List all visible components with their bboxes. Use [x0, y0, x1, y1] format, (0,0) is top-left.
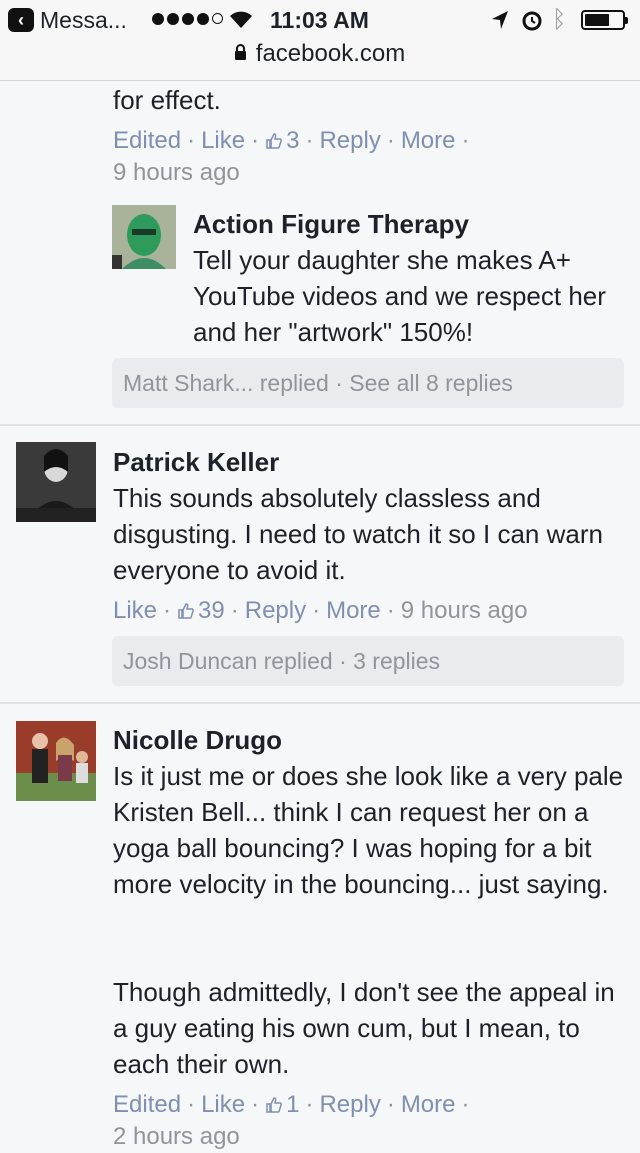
like-link[interactable]: Like [201, 127, 245, 154]
more-link[interactable]: More [401, 1091, 456, 1118]
more-link[interactable]: More [326, 597, 381, 624]
address-bar[interactable]: facebook.com [0, 40, 640, 68]
reply-text: Tell your daughter she makes A+ YouTube … [193, 245, 606, 347]
like-count-value: 3 [286, 127, 300, 154]
avatar[interactable] [16, 721, 96, 801]
reply-link[interactable]: Reply [319, 1091, 380, 1118]
divider [0, 424, 640, 426]
reply-link[interactable]: Reply [319, 127, 380, 154]
comment-text-paragraph-1: Is it just me or does she look like a ve… [113, 761, 624, 899]
nicolle-drugo-avatar-image [16, 721, 96, 801]
comment-text-tail: for effect. [113, 85, 221, 115]
action-figure-avatar-image [112, 205, 176, 269]
like-link[interactable]: Like [201, 1091, 245, 1118]
battery-icon [581, 10, 628, 30]
like-count-value: 1 [286, 1091, 300, 1118]
clock: 11:03 AM [270, 7, 369, 33]
thumbs-up-icon [266, 133, 283, 149]
comment-text-paragraph-2: Though admittedly, I don't see the appea… [113, 977, 615, 1079]
bluetooth-icon: ᛒ [552, 6, 567, 33]
divider [0, 702, 640, 704]
view-replies-button[interactable]: Josh Duncan replied · 3 replies [112, 636, 624, 686]
comment-author-name[interactable]: Patrick Keller [113, 444, 279, 480]
see-all-replies-button[interactable]: Matt Shark... replied · See all 8 replie… [112, 358, 624, 408]
timestamp: 9 hours ago [113, 159, 240, 186]
like-count[interactable]: 3 [265, 127, 299, 154]
reply-link[interactable]: Reply [245, 597, 306, 624]
avatar[interactable] [16, 442, 96, 522]
patrick-keller-avatar-image [16, 442, 96, 522]
lock-icon [234, 44, 246, 60]
like-count-value: 39 [198, 597, 225, 624]
url-text: facebook.com [255, 40, 406, 67]
back-to-app-label[interactable]: Messa... [40, 7, 127, 34]
timestamp: 2 hours ago [113, 1123, 240, 1150]
like-count[interactable]: 39 [177, 597, 225, 624]
thumbs-up-icon [266, 1097, 283, 1113]
timestamp: 9 hours ago [400, 597, 528, 624]
avatar[interactable] [112, 205, 176, 269]
reply-author-name[interactable]: Action Figure Therapy [193, 206, 469, 242]
browser-top-bar: ‹ Messa... 11:03 AM ᛒ facebook.com [0, 0, 640, 81]
thumbs-up-icon [178, 603, 194, 619]
comment-meta: Edited · Like · 3 · Reply · More · 9 hours ago [113, 127, 470, 186]
more-link[interactable]: More [401, 127, 456, 154]
location-arrow-icon [492, 11, 508, 29]
wifi-icon [230, 11, 252, 28]
signal-strength-icon [152, 13, 223, 25]
comment-text: This sounds absolutely classless and dis… [113, 483, 603, 585]
like-count[interactable]: 1 [265, 1091, 299, 1118]
status-bar: ‹ Messa... 11:03 AM ᛒ [0, 0, 640, 40]
comment-author-name[interactable]: Nicolle Drugo [113, 722, 282, 758]
alarm-clock-icon [522, 11, 542, 31]
comment-meta: Edited · Like · 1 · Reply · More · 2 hours ago [113, 1091, 470, 1150]
back-to-app-icon[interactable]: ‹ [8, 8, 34, 32]
comment-meta: Like · 39 · Reply · More · 9 hours ago [113, 597, 528, 624]
edited-link[interactable]: Edited [113, 1091, 181, 1118]
like-link[interactable]: Like [113, 597, 157, 624]
edited-link[interactable]: Edited [113, 127, 181, 154]
